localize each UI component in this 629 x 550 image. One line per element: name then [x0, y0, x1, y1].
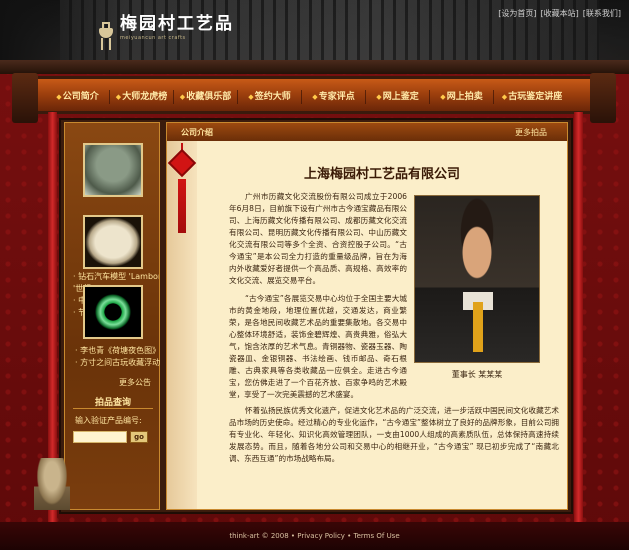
- bookmark-link[interactable]: [收藏本站]: [541, 8, 579, 19]
- bullet-icon: ◆: [115, 93, 122, 101]
- auction-search-title: 拍品查询: [73, 395, 153, 409]
- top-links: [设为首页] [收藏本站] [联系我们]: [498, 8, 621, 19]
- ding-vessel-icon: [98, 14, 114, 52]
- announcement-list-2: · 李也青《荷塘夜色图》 · 方寸之间古玩收藏浮动: [75, 345, 160, 369]
- header: 梅园村工艺品 meiyuancun art crafts [设为首页] [收藏本…: [0, 0, 629, 74]
- main-panel: 公司介绍 更多拍品 上海梅园村工艺品有限公司 广州市历藏文化交流股份有限公司成立…: [166, 122, 568, 510]
- logo[interactable]: 梅园村工艺品 meiyuancun art crafts: [98, 14, 234, 52]
- footer: think-art © 2008 • Privacy Policy • Term…: [0, 522, 629, 550]
- go-button[interactable]: go: [130, 431, 148, 443]
- contact-link[interactable]: [联系我们]: [583, 8, 621, 19]
- main-nav: ◆公司简介 ◆大师龙虎榜 ◆收藏俱乐部 ◆签约大师 ◆专家评点 ◆网上鉴定 ◆网…: [12, 73, 616, 123]
- chinese-knot-icon: [167, 143, 197, 235]
- bullet-icon: ◆: [248, 93, 254, 101]
- photo-caption: 董事长 某某某: [451, 370, 503, 379]
- announcement-item[interactable]: · 钻石汽车模型 'Lamborghini Gallardo': [73, 271, 159, 283]
- logo-title: 梅园村工艺品: [120, 14, 234, 34]
- nav-end-left: [12, 73, 38, 123]
- product-code-label: 输入验证产品编号:: [75, 416, 142, 425]
- intro-paragraph-2: “古今通宝”各展览交易中心均位于全国主要大城市的黄金地段，地理位置优越，交通发达…: [229, 294, 407, 399]
- right-pillar: [574, 112, 583, 522]
- set-homepage-link[interactable]: [设为首页]: [498, 8, 536, 19]
- intro-paragraph-3: 怀着弘扬民族优秀文化遗产，促进文化艺术品的广泛交流，进一步活跃中国民间文化收藏艺…: [229, 406, 559, 463]
- roof-eave: [0, 60, 629, 74]
- product-search-row: go: [73, 431, 148, 443]
- bullet-icon: ◆: [440, 93, 446, 101]
- sidebar: · 钻石汽车模型 'Lamborghini Gallardo' '世纪... ·…: [64, 122, 160, 510]
- announcement-item[interactable]: · 李也青《荷塘夜色图》: [75, 345, 160, 357]
- nav-item-online-appraisal[interactable]: ◆网上鉴定: [366, 90, 430, 104]
- nav-item-collector-club[interactable]: ◆收藏俱乐部: [174, 90, 238, 104]
- company-name: 上海梅园村工艺品有限公司: [303, 167, 460, 182]
- nav-end-right: [590, 73, 616, 123]
- section-header: 公司介绍 更多拍品: [167, 123, 567, 141]
- bronze-ding-thumbnail[interactable]: [83, 143, 143, 197]
- intro-paragraph-1: 广州市历藏文化交流股份有限公司成立于2006年6月8日，目前旗下设有广州市古今通…: [229, 192, 407, 285]
- more-announcements-link[interactable]: 更多公告: [119, 377, 151, 388]
- bullet-icon: ◆: [56, 93, 62, 101]
- section-title: 公司介绍: [181, 128, 213, 137]
- jade-bi-disc-thumbnail[interactable]: [83, 285, 143, 339]
- bullet-icon: ◆: [376, 93, 382, 101]
- jade-carving-thumbnail[interactable]: [83, 215, 143, 269]
- chairman-photo: [414, 195, 540, 363]
- bullet-icon: ◆: [179, 93, 186, 101]
- nav-item-online-auction[interactable]: ◆网上拍卖: [430, 90, 494, 104]
- more-auction-items-link[interactable]: 更多拍品: [515, 127, 547, 138]
- product-code-input[interactable]: [73, 431, 127, 443]
- nav-item-signed-masters[interactable]: ◆签约大师: [238, 90, 302, 104]
- nav-item-about[interactable]: ◆公司简介: [46, 90, 110, 104]
- nav-item-masters-ranking[interactable]: ◆大师龙虎榜: [110, 90, 174, 104]
- bullet-icon: ◆: [312, 93, 318, 101]
- nav-item-expert-review[interactable]: ◆专家评点: [302, 90, 366, 104]
- announcement-item[interactable]: · 方寸之间古玩收藏浮动: [75, 357, 160, 369]
- nav-item-antique-lecture[interactable]: ◆古玩鉴定讲座: [494, 90, 570, 104]
- stone-lion-decoration: [34, 458, 70, 510]
- logo-subtitle: meiyuancun art crafts: [120, 35, 186, 41]
- bullet-icon: ◆: [501, 93, 508, 101]
